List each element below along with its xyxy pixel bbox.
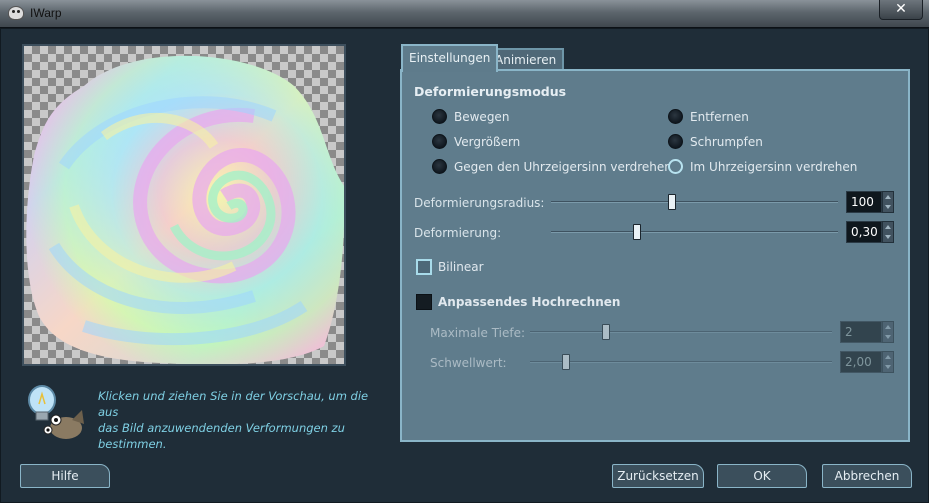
reset-button[interactable]: Zurücksetzen: [612, 464, 704, 488]
radio-label: Schrumpfen: [690, 135, 763, 149]
tab-animieren[interactable]: Animieren: [487, 48, 565, 70]
max-depth-value-field[interactable]: 2: [840, 321, 882, 343]
radio-indicator: [668, 159, 683, 174]
threshold-spin-buttons[interactable]: [882, 351, 894, 373]
radio-label: Bewegen: [454, 110, 510, 124]
radio-entfernen[interactable]: Entfernen: [668, 108, 749, 126]
radio-label: Im Uhrzeigersinn verdrehen: [690, 160, 858, 174]
radio-indicator: [668, 109, 683, 124]
bilinear-label: Bilinear: [438, 260, 484, 274]
amount-slider-track[interactable]: [551, 231, 838, 233]
hint-text: Klicken und ziehen Sie in der Vorschau, …: [98, 389, 369, 451]
ok-button[interactable]: OK: [717, 464, 807, 488]
radio-label: Entfernen: [690, 110, 749, 124]
warped-image-preview: [26, 56, 344, 364]
radio-indicator: [668, 134, 683, 149]
threshold-label: Schwellwert:: [430, 356, 507, 370]
amount-label: Deformierung:: [414, 226, 502, 240]
radius-value-field[interactable]: 100: [846, 191, 882, 213]
max-depth-spin-buttons[interactable]: [882, 321, 894, 343]
bilinear-checkbox[interactable]: [416, 259, 432, 275]
radio-indicator: [432, 134, 447, 149]
threshold-value-field[interactable]: 2,00: [840, 351, 882, 373]
radio-schrumpfen[interactable]: Schrumpfen: [668, 133, 763, 151]
window-title: IWarp: [30, 6, 62, 20]
radius-slider-handle[interactable]: [668, 194, 676, 210]
radio-gegen-uhrzeigersinn[interactable]: Gegen den Uhrzeigersinn verdrehen: [432, 158, 672, 176]
adaptive-checkbox[interactable]: [416, 294, 432, 310]
gimp-app-icon: [8, 6, 24, 20]
close-button[interactable]: ✕: [879, 0, 923, 20]
max-depth-slider-handle[interactable]: [602, 324, 610, 340]
radio-indicator: [432, 159, 447, 174]
preview-canvas[interactable]: [22, 44, 346, 366]
threshold-slider-handle[interactable]: [562, 354, 570, 370]
mode-section-title: Deformierungsmodus: [414, 84, 567, 99]
amount-value-field[interactable]: 0,30: [846, 221, 882, 243]
max-depth-label: Maximale Tiefe:: [430, 326, 526, 340]
threshold-slider-track[interactable]: [530, 361, 832, 363]
cancel-button[interactable]: Abbrechen: [822, 464, 912, 488]
radio-label: Gegen den Uhrzeigersinn verdrehen: [454, 160, 672, 174]
radio-indicator: [432, 109, 447, 124]
radio-bewegen[interactable]: Bewegen: [432, 108, 509, 126]
max-depth-slider-track[interactable]: [530, 331, 832, 333]
radio-label: Vergrößern: [454, 135, 521, 149]
amount-spin-buttons[interactable]: [882, 221, 894, 243]
radius-slider-track[interactable]: [551, 201, 838, 203]
radius-spin-buttons[interactable]: [882, 191, 894, 213]
radius-label: Deformierungsradius:: [414, 196, 545, 210]
radio-vergroessern[interactable]: Vergrößern: [432, 133, 520, 151]
amount-slider-handle[interactable]: [633, 224, 641, 240]
title-bar: IWarp ✕: [0, 0, 929, 28]
lightbulb-wilber-icon: [28, 385, 84, 439]
adaptive-label: Anpassendes Hochrechnen: [438, 295, 621, 309]
tab-einstellungen[interactable]: Einstellungen: [401, 44, 499, 72]
radio-im-uhrzeigersinn[interactable]: Im Uhrzeigersinn verdrehen: [668, 158, 857, 176]
help-button[interactable]: Hilfe: [20, 464, 110, 488]
